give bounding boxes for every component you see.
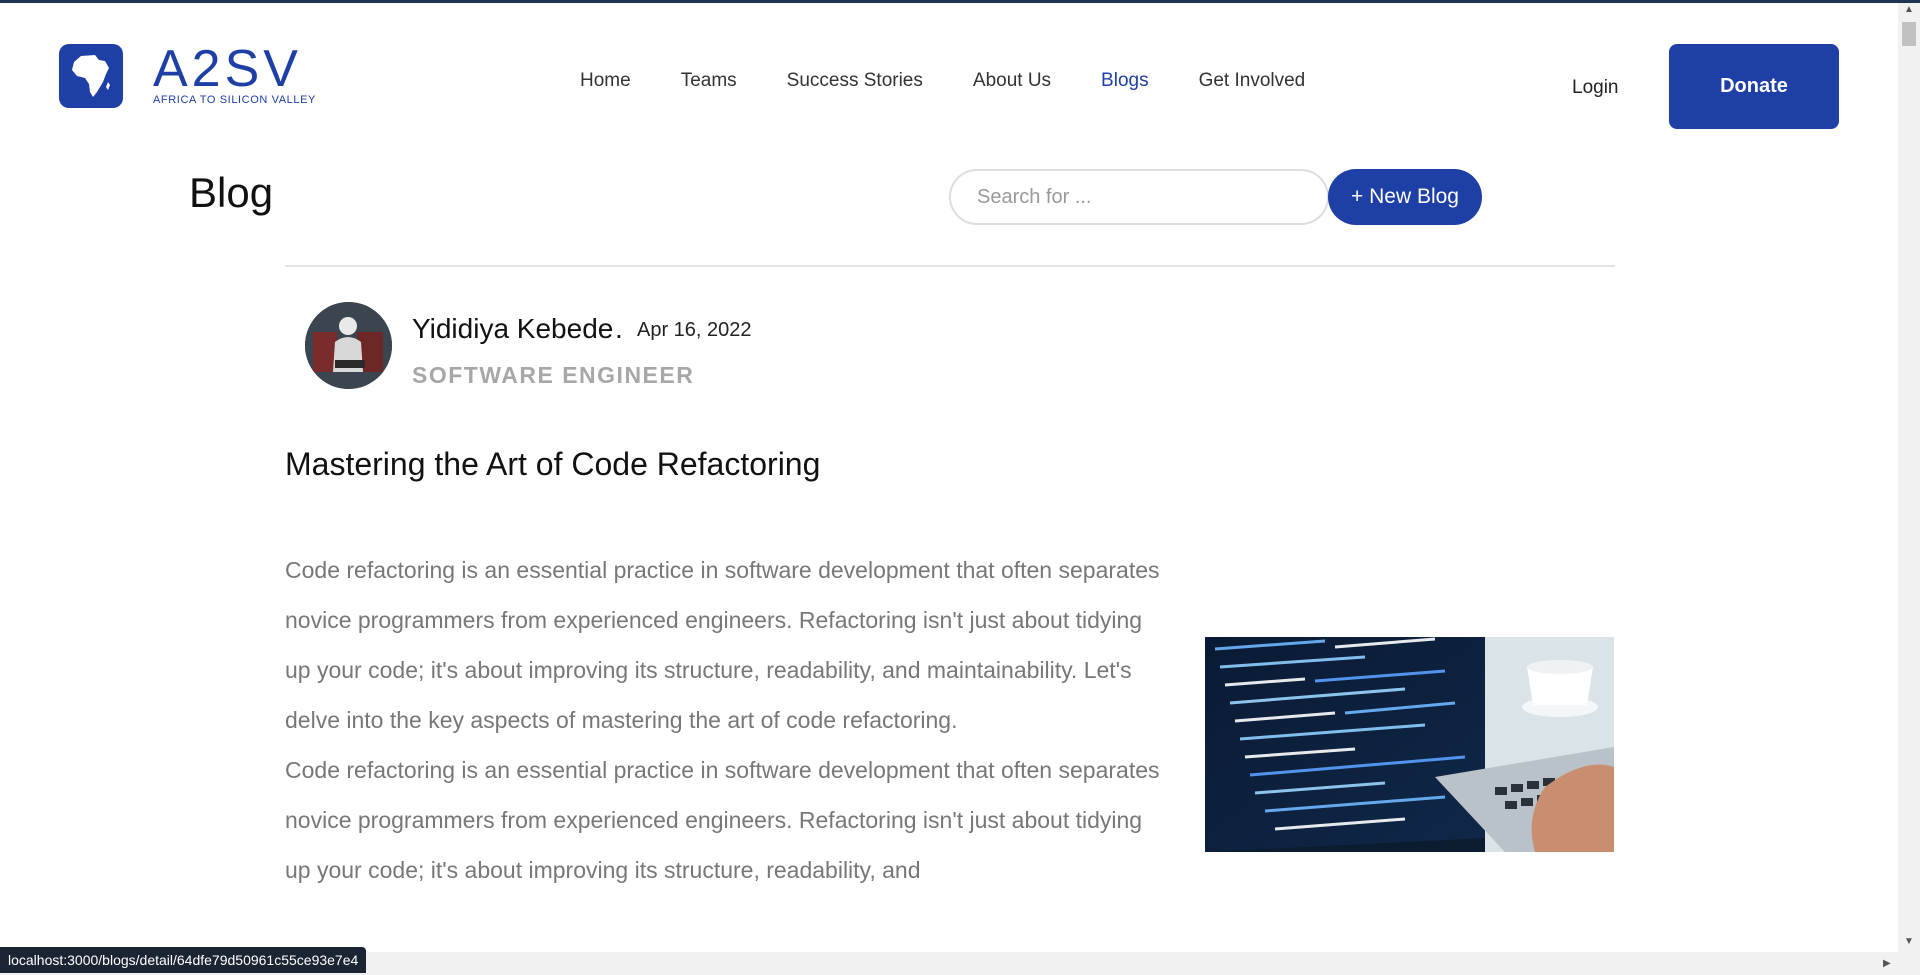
post-date: Apr 16, 2022 xyxy=(637,319,752,341)
post-paragraph: Code refactoring is an essential practic… xyxy=(285,757,1160,883)
logo-tagline: AFRICA TO SILICON VALLEY xyxy=(153,94,316,106)
scroll-up-arrow-icon[interactable]: ▲ xyxy=(1904,4,1914,15)
laptop-code-image xyxy=(1205,637,1614,852)
site-logo[interactable]: A2SV AFRICA TO SILICON VALLEY xyxy=(59,40,316,108)
post-title: Mastering the Art of Code Refactoring xyxy=(285,446,821,482)
scroll-down-arrow-icon[interactable]: ▼ xyxy=(1904,936,1914,947)
search-input[interactable] xyxy=(949,169,1329,225)
logo-wordmark: A2SV xyxy=(153,40,302,98)
author-name[interactable]: Yididiya Kebede xyxy=(412,313,613,345)
vertical-scroll-thumb[interactable] xyxy=(1902,22,1916,46)
post-paragraph: Code refactoring is an essential practic… xyxy=(285,557,1160,733)
africa-map-icon xyxy=(59,44,123,108)
post-body: Code refactoring is an essential practic… xyxy=(285,545,1165,895)
donate-button[interactable]: Donate xyxy=(1669,44,1839,129)
section-divider xyxy=(285,265,1615,267)
status-bar-url: localhost:3000/blogs/detail/64dfe79d5096… xyxy=(0,947,367,973)
page-title: Blog xyxy=(189,169,274,216)
page-viewport: A2SV AFRICA TO SILICON VALLEY Home Teams… xyxy=(0,3,1898,952)
login-link[interactable]: Login xyxy=(1572,77,1619,99)
meta-separator: . xyxy=(615,313,623,344)
nav-get-involved[interactable]: Get Involved xyxy=(1199,70,1306,92)
author-avatar xyxy=(305,302,392,389)
nav-teams[interactable]: Teams xyxy=(681,70,737,92)
nav-about-us[interactable]: About Us xyxy=(973,70,1051,92)
scroll-right-arrow-icon[interactable]: ▶ xyxy=(1883,958,1891,969)
vertical-scrollbar[interactable] xyxy=(1898,3,1920,952)
nav-blogs[interactable]: Blogs xyxy=(1101,70,1149,92)
new-blog-button[interactable]: + New Blog xyxy=(1328,169,1482,225)
main-nav: Home Teams Success Stories About Us Blog… xyxy=(580,70,1355,92)
nav-success-stories[interactable]: Success Stories xyxy=(787,70,923,92)
nav-home[interactable]: Home xyxy=(580,70,631,92)
author-role: SOFTWARE ENGINEER xyxy=(412,362,695,388)
